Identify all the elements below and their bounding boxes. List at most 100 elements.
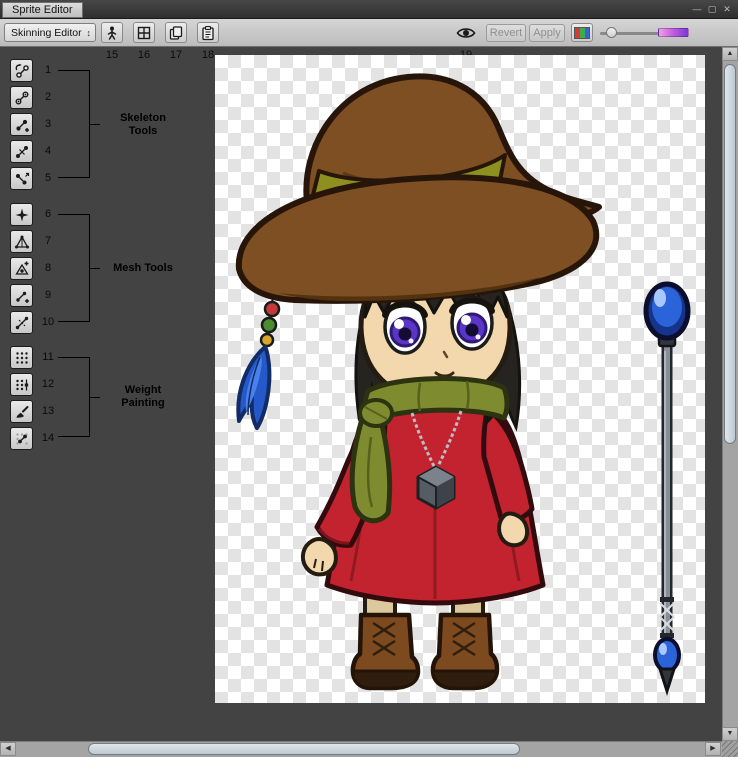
annotation-number-1: 1 [38, 64, 58, 76]
scroll-down-arrow-icon: ▼ [727, 730, 734, 737]
edit-joints-icon [14, 90, 30, 106]
weight-painting-label-line1: Weight [100, 384, 186, 397]
scroll-up-arrow-icon: ▲ [727, 50, 734, 57]
weight-painting-connector [90, 397, 100, 398]
skeleton-tools-label-line2: Tools [100, 125, 186, 138]
visibility-toggle[interactable] [456, 26, 476, 40]
hat [239, 76, 599, 301]
split-edge-icon [14, 315, 30, 331]
tool-split-edge-button[interactable] [10, 311, 33, 334]
annotation-number-6: 6 [38, 208, 58, 220]
create-edge-icon [14, 288, 30, 304]
zoom-slider-thumb[interactable] [606, 27, 617, 38]
scarf-tail [352, 419, 389, 521]
reparent-bone-icon [14, 171, 30, 187]
annotation-number-2: 2 [38, 91, 58, 103]
restore-bind-pose-icon [104, 25, 120, 41]
restore-bind-pose-button[interactable] [101, 22, 123, 43]
sprite-editor-window: Sprite Editor — ▢ ✕ Skinning Editor ↕ 1 5… [0, 0, 738, 757]
mesh-tools-bracket [58, 214, 90, 322]
gradient-preview[interactable] [658, 28, 689, 37]
tool-auto-geometry-button[interactable] [10, 203, 33, 226]
tool-create-edge-button[interactable] [10, 284, 33, 307]
scroll-down-button[interactable]: ▼ [722, 727, 738, 741]
tool-weight-brush-button[interactable] [10, 400, 33, 423]
annotation-number-13: 13 [38, 405, 58, 417]
copy-icon [168, 25, 184, 41]
auto-geometry-icon [14, 207, 30, 223]
tool-auto-weights-button[interactable] [10, 346, 33, 369]
visibility-eye-icon [456, 26, 476, 40]
tool-preview-pose-button[interactable] [10, 59, 33, 82]
tool-bone-influence-button[interactable] [10, 427, 33, 450]
beads-feather [238, 297, 279, 428]
close-button[interactable]: ✕ [720, 3, 734, 15]
apply-button[interactable]: Apply [529, 24, 565, 42]
scroll-left-arrow-icon: ◀ [5, 745, 10, 752]
paste-button[interactable] [197, 22, 219, 43]
minimize-button[interactable]: — [690, 3, 704, 15]
mesh-tools-label: Mesh Tools [100, 262, 186, 275]
mesh-tools-label-line1: Mesh Tools [100, 262, 186, 275]
tool-split-bone-button[interactable] [10, 140, 33, 163]
tool-create-vertex-button[interactable] [10, 257, 33, 280]
maximize-button[interactable]: ▢ [705, 3, 719, 15]
sprite-sheet-grid-icon [136, 25, 152, 41]
tool-edit-geometry-button[interactable] [10, 230, 33, 253]
rgb-toggle-button[interactable] [571, 23, 593, 42]
skinning-mode-dropdown[interactable]: Skinning Editor ↕ [4, 23, 96, 42]
skeleton-tools-label: Skeleton Tools [100, 112, 186, 138]
create-bone-icon [14, 117, 30, 133]
annotation-number-16: 16 [133, 49, 155, 61]
annotation-number-14: 14 [38, 432, 58, 444]
sprite-sheet-button[interactable] [133, 22, 155, 43]
tool-weight-slider-button[interactable] [10, 373, 33, 396]
create-vertex-icon [14, 261, 30, 277]
copy-button[interactable] [165, 22, 187, 43]
annotation-number-10: 10 [38, 316, 58, 328]
edit-geometry-icon [14, 234, 30, 250]
tool-create-bone-button[interactable] [10, 113, 33, 136]
boots [353, 615, 497, 688]
annotation-number-11: 11 [38, 351, 58, 363]
paste-icon [200, 25, 216, 41]
preview-pose-icon [14, 63, 30, 79]
dropdown-updown-arrow-icon: ↕ [87, 28, 92, 38]
weight-slider-icon [14, 377, 30, 393]
character-sprite [215, 55, 705, 703]
annotation-number-8: 8 [38, 262, 58, 274]
scroll-right-arrow-icon: ▶ [710, 745, 715, 752]
scroll-left-button[interactable]: ◀ [0, 742, 16, 756]
skinning-mode-label: Skinning Editor [11, 27, 82, 39]
revert-button[interactable]: Revert [486, 24, 526, 42]
skeleton-tools-connector [90, 124, 100, 125]
weight-painting-label: Weight Painting [100, 384, 186, 410]
staff [646, 284, 688, 691]
tool-edit-joints-button[interactable] [10, 86, 33, 109]
horizontal-scroll-thumb[interactable] [88, 743, 520, 755]
skeleton-tools-bracket [58, 70, 90, 178]
annotation-number-12: 12 [38, 378, 58, 390]
split-bone-icon [14, 144, 30, 160]
mesh-tools-connector [90, 268, 100, 269]
weight-painting-bracket [58, 357, 90, 437]
weight-painting-label-line2: Painting [100, 397, 186, 410]
sprite-canvas[interactable] [215, 55, 705, 703]
scroll-up-button[interactable]: ▲ [722, 47, 738, 61]
weight-brush-icon [14, 404, 30, 420]
window-title-tab: Sprite Editor [2, 2, 83, 18]
annotation-number-4: 4 [38, 145, 58, 157]
annotation-number-3: 3 [38, 118, 58, 130]
annotation-number-5: 5 [38, 172, 58, 184]
annotation-number-17: 17 [165, 49, 187, 61]
rgb-color-toggle-icon [574, 27, 590, 39]
window-titlebar: Sprite Editor — ▢ ✕ [0, 0, 738, 19]
vertical-scroll-thumb[interactable] [724, 64, 736, 444]
annotation-number-9: 9 [38, 289, 58, 301]
bone-influence-icon [14, 431, 30, 447]
resize-grip[interactable] [722, 741, 738, 757]
skeleton-tools-label-line1: Skeleton [100, 112, 186, 125]
scroll-right-button[interactable]: ▶ [705, 742, 721, 756]
annotation-number-7: 7 [38, 235, 58, 247]
tool-reparent-bone-button[interactable] [10, 167, 33, 190]
